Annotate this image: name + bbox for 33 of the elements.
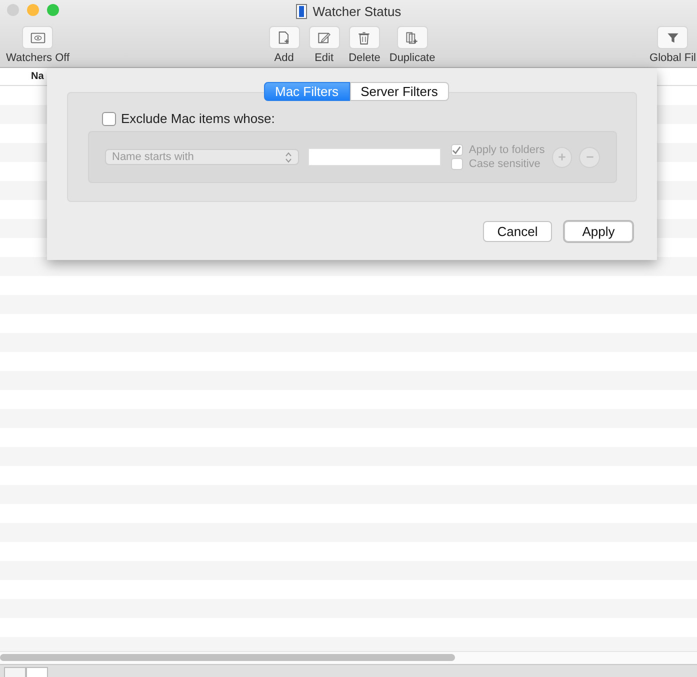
sort-button[interactable] xyxy=(26,667,48,677)
duplicate-icon xyxy=(404,30,420,46)
plus-icon xyxy=(556,151,568,163)
close-button[interactable] xyxy=(7,4,19,16)
duplicate-button[interactable] xyxy=(396,26,428,49)
edit-button[interactable] xyxy=(308,26,340,49)
eye-button[interactable] xyxy=(22,26,54,49)
delete-button[interactable] xyxy=(348,26,380,49)
scrollbar-thumb[interactable] xyxy=(0,654,455,661)
filter-button[interactable] xyxy=(657,26,688,49)
minimize-button[interactable] xyxy=(27,4,39,16)
checkbox-label: Exclude Mac items whose: xyxy=(121,111,275,126)
checkmark-icon xyxy=(452,146,462,154)
toolbar-label: Global Fil xyxy=(650,52,696,64)
checkbox-label: Case sensitive xyxy=(468,158,540,170)
window-title: Watcher Status xyxy=(312,4,402,19)
exclude-checkbox[interactable] xyxy=(102,112,116,126)
column-header[interactable]: Na xyxy=(31,71,44,82)
apply-button[interactable]: Apply xyxy=(564,221,633,242)
updown-arrows-icon xyxy=(285,152,292,162)
zoom-button[interactable] xyxy=(47,4,59,16)
toolbar-label: Delete xyxy=(348,52,380,64)
toolbar-label: Add xyxy=(274,52,294,64)
add-button[interactable] xyxy=(268,26,300,49)
view-button[interactable] xyxy=(4,667,26,677)
document-icon xyxy=(296,4,307,19)
checkbox-label: Apply to folders xyxy=(468,144,545,156)
cancel-button[interactable]: Cancel xyxy=(483,221,552,242)
toolbar-label: Watchers Off xyxy=(6,52,70,64)
filter-tab[interactable]: Server Filters xyxy=(350,82,449,101)
toolbar-label: Duplicate xyxy=(389,52,436,64)
toolbar-label: Edit xyxy=(314,52,334,64)
trash-icon xyxy=(356,30,372,46)
